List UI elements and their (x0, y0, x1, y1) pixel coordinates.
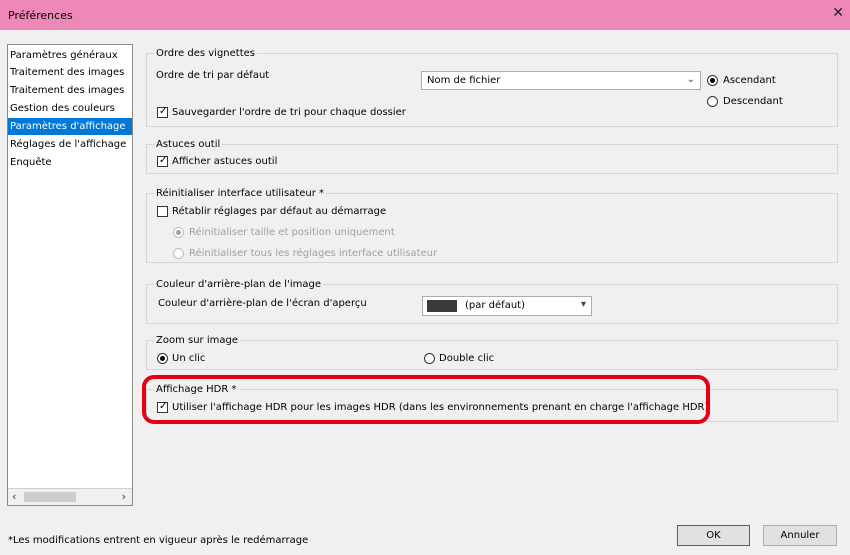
thumbnail-order-legend: Ordre des vignettes (154, 47, 258, 60)
title-bar: Préférences ✕ (0, 0, 850, 30)
sidebar-item-image-processing-2[interactable]: Traitement des images (8, 82, 132, 99)
window-title: Préférences (8, 9, 73, 22)
check-icon: ✓ (159, 401, 168, 412)
reset-ui-legend: Réinitialiser interface utilisateur * (154, 187, 326, 200)
restore-defaults-label[interactable]: Rétablir réglages par défaut au démarrag… (172, 205, 386, 218)
save-sort-per-folder-checkbox[interactable]: ✓ (157, 106, 168, 118)
sort-order-label: Ordre de tri par défaut (156, 70, 270, 81)
show-tooltips-checkbox[interactable]: ✓ (157, 155, 168, 167)
background-color-value: (par défaut) (465, 300, 525, 311)
reset-all-radio (173, 248, 184, 259)
sidebar-item-color-management[interactable]: Gestion des couleurs (8, 100, 132, 117)
save-sort-per-folder-label[interactable]: Sauvegarder l'ordre de tri pour chaque d… (172, 106, 406, 119)
sort-order-dropdown[interactable]: Nom de fichier ⌄ (421, 71, 701, 90)
background-color-dropdown[interactable]: (par défaut) ▾ (422, 296, 592, 316)
scroll-right-icon[interactable]: › (122, 490, 126, 503)
ascending-radio[interactable] (707, 75, 718, 86)
ascending-label[interactable]: Ascendant (723, 74, 776, 87)
check-icon: ✓ (159, 155, 168, 166)
single-click-radio[interactable] (157, 353, 168, 364)
restore-defaults-checkbox[interactable] (157, 206, 168, 217)
reset-all-label: Réinitialiser tous les réglages interfac… (189, 248, 438, 259)
single-click-label[interactable]: Un clic (172, 352, 205, 365)
background-color-legend: Couleur d'arrière-plan de l'image (154, 278, 323, 291)
close-icon[interactable]: ✕ (832, 6, 844, 20)
chevron-down-icon: ⌄ (686, 74, 695, 85)
tooltips-group: Astuces outil ✓ Afficher astuces outil (146, 138, 838, 174)
descending-label[interactable]: Descendant (723, 95, 783, 108)
restart-note: *Les modifications entrent en vigueur ap… (8, 535, 309, 546)
ok-button[interactable]: OK (677, 525, 750, 546)
background-color-group: Couleur d'arrière-plan de l'image Couleu… (146, 278, 838, 324)
radio-selected-dot (710, 78, 715, 83)
image-zoom-legend: Zoom sur image (154, 334, 240, 347)
sidebar-item-display-settings[interactable]: Paramètres d'affichage (8, 118, 132, 135)
image-zoom-group: Zoom sur image Un clic Double clic (146, 334, 838, 370)
sidebar-item-image-processing-1[interactable]: Traitement des images (8, 64, 132, 81)
category-list[interactable]: Paramètres généraux Traitement des image… (7, 44, 133, 506)
scroll-thumb[interactable] (24, 492, 76, 502)
reset-ui-group: Réinitialiser interface utilisateur * Ré… (146, 187, 838, 263)
sidebar-item-display-adjustments[interactable]: Réglages de l'affichage (8, 136, 132, 153)
radio-selected-dot (160, 356, 165, 361)
check-icon: ✓ (159, 106, 168, 117)
sidebar-item-general[interactable]: Paramètres généraux (8, 47, 132, 64)
color-swatch (427, 300, 457, 312)
preview-background-label: Couleur d'arrière-plan de l'écran d'aper… (158, 298, 367, 309)
dropdown-arrow-icon: ▾ (580, 299, 586, 310)
show-tooltips-label[interactable]: Afficher astuces outil (172, 155, 277, 168)
reset-size-only-label: Réinitialiser taille et position uniquem… (189, 227, 395, 238)
use-hdr-checkbox[interactable]: ✓ (157, 401, 168, 413)
scroll-left-icon[interactable]: ‹ (12, 490, 16, 503)
double-click-label[interactable]: Double clic (439, 352, 494, 365)
sidebar-item-survey[interactable]: Enquête (8, 154, 132, 171)
use-hdr-label[interactable]: Utiliser l'affichage HDR pour les images… (172, 401, 708, 414)
sort-order-value: Nom de fichier (427, 75, 501, 86)
thumbnail-order-group: Ordre des vignettes Ordre de tri par déf… (146, 47, 838, 127)
cancel-button[interactable]: Annuler (763, 525, 837, 546)
radio-selected-dot (176, 230, 181, 235)
horizontal-scrollbar[interactable]: ‹ › (8, 488, 132, 505)
hdr-display-legend: Affichage HDR * (154, 383, 239, 396)
double-click-radio[interactable] (424, 353, 435, 364)
tooltips-legend: Astuces outil (154, 138, 223, 151)
reset-size-only-radio (173, 227, 184, 238)
descending-radio[interactable] (707, 96, 718, 107)
hdr-display-group: Affichage HDR * ✓ Utiliser l'affichage H… (146, 383, 838, 422)
